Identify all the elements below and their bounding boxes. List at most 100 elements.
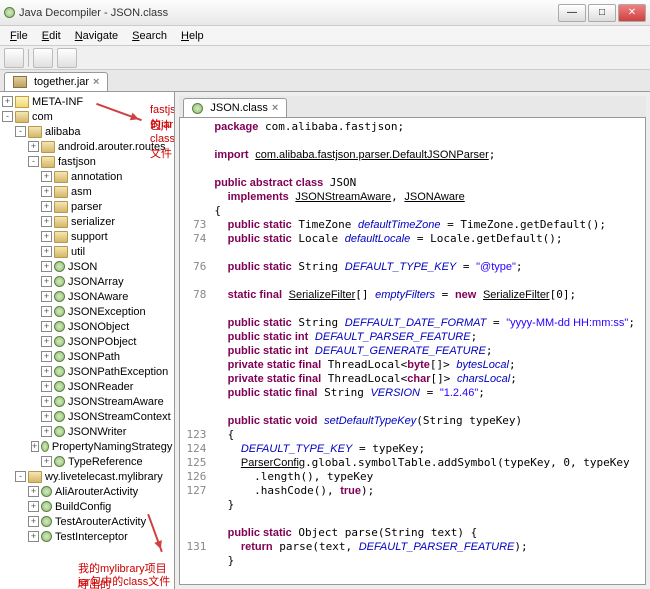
tree-node[interactable]: +AliArouterActivity bbox=[2, 484, 172, 499]
class-icon bbox=[54, 366, 65, 377]
class-icon bbox=[54, 396, 65, 407]
class-icon bbox=[54, 411, 65, 422]
expand-icon[interactable]: + bbox=[41, 231, 52, 242]
close-icon[interactable]: × bbox=[93, 76, 99, 88]
toolbar-forward-icon[interactable] bbox=[57, 48, 77, 68]
annotation-mylib2: jar包中的class文件 bbox=[78, 573, 170, 589]
expand-icon[interactable]: + bbox=[28, 141, 39, 152]
tree-node[interactable]: +JSONReader bbox=[2, 379, 172, 394]
class-icon bbox=[54, 456, 65, 467]
tree-node[interactable]: +JSONPObject bbox=[2, 334, 172, 349]
tree-label: JSONArray bbox=[68, 276, 124, 288]
expand-icon[interactable]: + bbox=[41, 291, 52, 302]
expand-icon[interactable]: + bbox=[41, 276, 52, 287]
tree-node[interactable]: +JSONAware bbox=[2, 289, 172, 304]
tree-node[interactable]: + annotation bbox=[2, 169, 172, 184]
menu-navigate[interactable]: Navigate bbox=[69, 28, 124, 44]
jar-tab[interactable]: together.jar × bbox=[4, 72, 108, 91]
tree-node[interactable]: +TypeReference bbox=[2, 454, 172, 469]
tree-label: JSONPath bbox=[68, 351, 120, 363]
tree-label: support bbox=[71, 231, 108, 243]
package-icon bbox=[54, 216, 68, 228]
expand-icon[interactable]: + bbox=[41, 171, 52, 182]
jar-tabstrip: together.jar × bbox=[0, 70, 650, 92]
menu-help[interactable]: Help bbox=[175, 28, 210, 44]
tree-label: util bbox=[71, 246, 85, 258]
tree-node[interactable]: +JSONObject bbox=[2, 319, 172, 334]
tree-node[interactable]: +serializer bbox=[2, 214, 172, 229]
class-icon bbox=[54, 426, 65, 437]
close-button[interactable]: ✕ bbox=[618, 4, 646, 22]
tree-node[interactable]: - com bbox=[2, 109, 172, 124]
tree-node[interactable]: +parser bbox=[2, 199, 172, 214]
expand-icon[interactable]: + bbox=[41, 426, 52, 437]
tree-node[interactable]: + JSONArray bbox=[2, 274, 172, 289]
class-icon bbox=[54, 261, 65, 272]
code-tab[interactable]: JSON.class × bbox=[183, 98, 287, 117]
code-tabstrip: JSON.class × bbox=[179, 96, 646, 118]
maximize-button[interactable]: □ bbox=[588, 4, 616, 22]
tree-node[interactable]: +BuildConfig bbox=[2, 499, 172, 514]
expand-icon[interactable]: + bbox=[41, 186, 52, 197]
expand-icon[interactable]: + bbox=[28, 531, 39, 542]
tree-node[interactable]: +TestArouterActivity bbox=[2, 514, 172, 529]
expand-icon[interactable]: - bbox=[15, 126, 26, 137]
expand-icon[interactable]: - bbox=[28, 156, 39, 167]
tree-node[interactable]: +android.arouter.routes bbox=[2, 139, 172, 154]
tree-node[interactable]: -wy.livetelecast.mylibrary bbox=[2, 469, 172, 484]
expand-icon[interactable]: + bbox=[41, 456, 52, 467]
tree-node[interactable]: +JSONPathException bbox=[2, 364, 172, 379]
package-icon bbox=[28, 471, 42, 483]
tree-node[interactable]: +PropertyNamingStrategy bbox=[2, 439, 172, 454]
tree-label: JSONException bbox=[68, 306, 146, 318]
tree-node[interactable]: +asm bbox=[2, 184, 172, 199]
tree-node[interactable]: - alibaba bbox=[2, 124, 172, 139]
tree-node[interactable]: +JSONStreamAware bbox=[2, 394, 172, 409]
expand-icon[interactable]: + bbox=[28, 486, 39, 497]
minimize-button[interactable]: — bbox=[558, 4, 586, 22]
expand-icon[interactable]: + bbox=[28, 501, 39, 512]
expand-icon[interactable]: - bbox=[2, 111, 13, 122]
tree-node[interactable]: +JSON bbox=[2, 259, 172, 274]
package-icon bbox=[15, 111, 29, 123]
menu-file[interactable]: File bbox=[4, 28, 34, 44]
expand-icon[interactable]: + bbox=[41, 216, 52, 227]
expand-icon[interactable]: + bbox=[28, 516, 39, 527]
expand-icon[interactable]: + bbox=[41, 306, 52, 317]
code-tab-label: JSON.class bbox=[210, 102, 267, 114]
tree-node[interactable]: +META-INF bbox=[2, 94, 172, 109]
expand-icon[interactable]: + bbox=[41, 336, 52, 347]
expand-icon[interactable]: + bbox=[41, 201, 52, 212]
menu-edit[interactable]: Edit bbox=[36, 28, 67, 44]
expand-icon[interactable]: + bbox=[41, 381, 52, 392]
tree-label: alibaba bbox=[45, 126, 80, 138]
toolbar-open-icon[interactable] bbox=[4, 48, 24, 68]
package-icon bbox=[54, 201, 68, 213]
tree-node[interactable]: + JSONException bbox=[2, 304, 172, 319]
tree-node[interactable]: + support bbox=[2, 229, 172, 244]
close-icon[interactable]: × bbox=[272, 102, 278, 114]
expand-icon[interactable]: + bbox=[41, 366, 52, 377]
expand-icon[interactable]: + bbox=[41, 411, 52, 422]
tree-node[interactable]: + util bbox=[2, 244, 172, 259]
toolbar-back-icon[interactable] bbox=[33, 48, 53, 68]
package-tree[interactable]: fastjson的jar 包中class文件 我的mylibrary项目导出的 … bbox=[0, 92, 175, 589]
expand-icon[interactable]: - bbox=[15, 471, 26, 482]
package-icon bbox=[54, 171, 68, 183]
expand-icon[interactable]: + bbox=[41, 396, 52, 407]
source-view[interactable]: 73 74 76 78 123 124 125 126 127 131 139 … bbox=[179, 118, 646, 585]
expand-icon[interactable]: + bbox=[41, 246, 52, 257]
tree-label: com bbox=[32, 111, 53, 123]
tree-label: annotation bbox=[71, 171, 122, 183]
tree-node[interactable]: -fastjson bbox=[2, 154, 172, 169]
expand-icon[interactable]: + bbox=[2, 96, 13, 107]
expand-icon[interactable]: + bbox=[41, 321, 52, 332]
expand-icon[interactable]: + bbox=[31, 441, 39, 452]
tree-node[interactable]: + JSONPath bbox=[2, 349, 172, 364]
tree-node[interactable]: +JSONStreamContext bbox=[2, 409, 172, 424]
menu-search[interactable]: Search bbox=[126, 28, 173, 44]
tree-node[interactable]: +TestInterceptor bbox=[2, 529, 172, 544]
tree-node[interactable]: +JSONWriter bbox=[2, 424, 172, 439]
expand-icon[interactable]: + bbox=[41, 261, 52, 272]
expand-icon[interactable]: + bbox=[41, 351, 52, 362]
